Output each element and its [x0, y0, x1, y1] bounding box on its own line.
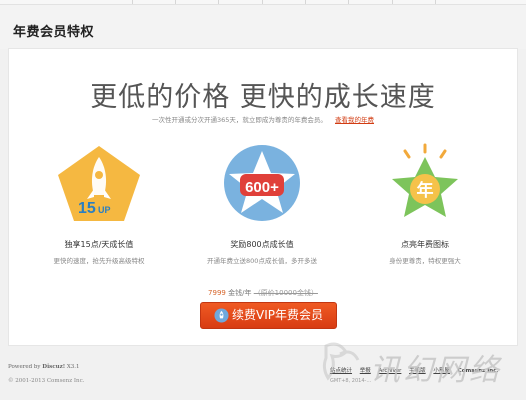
vip-panel: 更低的价格 更快的成长速度 一次性开通或分次开通365天，就立即成为尊贵的年费会… [8, 48, 518, 346]
price-amount: 7999 [208, 289, 226, 297]
version-text: X3.1 [66, 364, 80, 370]
subline: 一次性开通或分次开通365天，就立即成为尊贵的年费会员。 查看我的年费 [9, 114, 517, 124]
headline: 更低的价格 更快的成长速度 [90, 82, 436, 113]
nav-divider [262, 0, 263, 4]
powered-text: Powered by [8, 364, 41, 370]
star-badge-icon: 600+ [224, 145, 300, 221]
feature-desc-2: 开通年费立送800点成长值，多开多送 [207, 257, 317, 265]
page-title: 年费会员特权 [13, 25, 95, 40]
price-original: （原价10000金钱） [253, 289, 318, 297]
rocket-icon [214, 308, 229, 323]
my-annual-link[interactable]: 查看我的年费 [335, 116, 374, 124]
feature-title-3: 点亮年费图标 [401, 240, 449, 249]
renew-vip-button[interactable]: 续费VIP年费会员 [200, 302, 337, 329]
feature-desc-3: 身份更尊贵，特权更强大 [389, 257, 461, 265]
nav-divider [392, 0, 393, 4]
nav-divider [435, 0, 436, 4]
svg-text:15: 15 [78, 200, 96, 217]
price-unit: 金钱/年 [228, 289, 252, 297]
rocket-badge-icon: 15 UP [58, 146, 140, 221]
feature-title-2: 奖励800点成长值 [230, 240, 294, 249]
footer-copyright: © 2001-2013 Comsenz Inc. [8, 378, 85, 384]
price-line: 7999 金钱/年 （原价10000金钱） [9, 288, 517, 298]
nav-divider [175, 0, 176, 4]
nav-divider [348, 0, 349, 4]
footer-powered: Powered by Discuz! X3.1 [8, 364, 80, 370]
feature-desc-1: 更快的速度，抢先升级高级特权 [53, 257, 145, 265]
subline-text: 一次性开通或分次开通365天，就立即成为尊贵的年费会员。 [152, 116, 327, 124]
nav-divider [305, 0, 306, 4]
watermark-text: 讯幻网络 [370, 353, 503, 388]
renew-vip-label: 续费VIP年费会员 [232, 308, 323, 322]
svg-text:UP: UP [98, 205, 111, 215]
nav-divider [218, 0, 219, 4]
feature-title-1: 独享15点/天成长值 [64, 240, 134, 249]
nav-divider [132, 0, 133, 4]
discuz-link[interactable]: Discuz! [42, 364, 65, 370]
annual-star-badge-icon: 年 [392, 143, 458, 217]
svg-text:年: 年 [417, 180, 434, 201]
svg-text:600+: 600+ [245, 179, 279, 196]
watermark-logo-icon: 讯幻网络 [322, 342, 503, 388]
